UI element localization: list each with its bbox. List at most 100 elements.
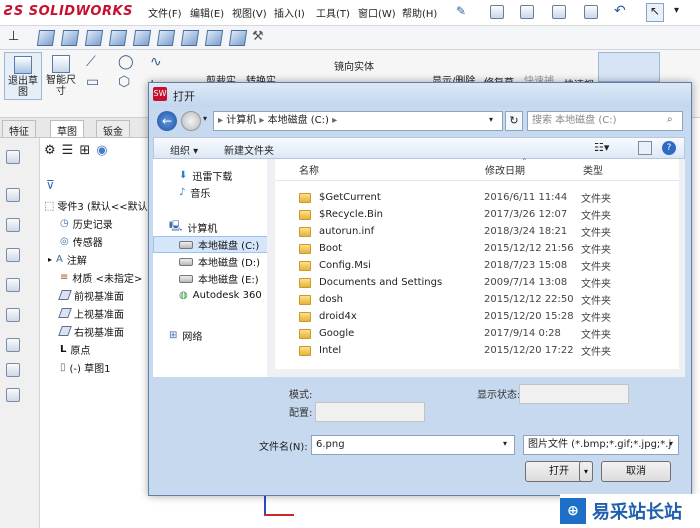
table-row[interactable]: $GetCurrent 2016/6/11 11:44 文件夹 (299, 189, 679, 206)
table-row[interactable]: Config.Msi 2018/7/23 15:08 文件夹 (299, 257, 679, 274)
select-cursor-icon[interactable]: ↖ (646, 3, 664, 22)
tree-item-sensors[interactable]: ◎ 传感器 (60, 232, 103, 250)
feature-tool-icon[interactable] (6, 188, 20, 202)
filename-field[interactable]: 6.png (311, 435, 515, 455)
new-folder-button[interactable]: 新建文件夹 (224, 142, 274, 157)
config-select[interactable] (315, 402, 425, 422)
feature-tool-icon[interactable] (6, 248, 20, 262)
filename-dropdown-icon[interactable]: ▾ (503, 439, 507, 448)
view-dimetric-icon[interactable] (204, 30, 224, 46)
tab-sheet-metal[interactable]: 钣金 (96, 120, 130, 138)
search-icon[interactable]: ⌕ (667, 114, 673, 125)
exit-sketch-button[interactable]: 退出草图 (4, 52, 42, 100)
smart-dimension-button[interactable]: 智能尺寸 (44, 52, 78, 100)
feature-tool-icon[interactable] (6, 308, 20, 322)
tree-item-top-plane[interactable]: 上视基准面 (58, 304, 124, 322)
menu-insert[interactable]: 插入(I) (274, 5, 305, 20)
menu-tools[interactable]: 工具(T) (316, 5, 350, 20)
search-input[interactable]: 搜索 本地磁盘 (C:) (527, 111, 683, 131)
open-folder-icon[interactable] (520, 5, 534, 19)
table-row[interactable]: dosh 2015/12/12 22:50 文件夹 (299, 291, 679, 308)
feature-manager-icon[interactable]: ⚙ (44, 143, 56, 158)
tab-features[interactable]: 特征 (2, 120, 36, 138)
mirror-entities-button[interactable]: 镜向实体 (334, 58, 374, 73)
table-row[interactable]: $Recycle.Bin 2017/3/26 12:07 文件夹 (299, 206, 679, 223)
feature-tool-icon[interactable] (6, 338, 20, 352)
feature-tool-icon[interactable] (6, 363, 20, 377)
filter-icon[interactable]: ⊽ (46, 178, 55, 192)
refresh-icon[interactable]: ↻ (505, 111, 523, 131)
new-document-icon[interactable] (490, 5, 504, 19)
tree-item-origin[interactable]: L 原点 (60, 340, 90, 358)
tree-item-annotations[interactable]: ▸ A 注解 (48, 250, 87, 268)
menu-window[interactable]: 窗口(W) (358, 5, 396, 20)
line-icon[interactable]: ⟋ (86, 54, 96, 70)
anchor-icon[interactable]: ⊥ (8, 29, 19, 44)
tree-item-history[interactable]: ◷ 历史记录 (60, 214, 113, 232)
file-list-scrollbar[interactable] (679, 159, 685, 377)
nav-scrollbar[interactable] (267, 159, 275, 377)
column-name[interactable]: 名称 (275, 162, 485, 177)
table-row[interactable]: Documents and Settings 2009/7/14 13:08 文件夹 (299, 274, 679, 291)
table-row[interactable]: Intel 2015/12/20 17:22 文件夹 (299, 342, 679, 359)
history-dropdown-icon[interactable]: ▾ (203, 114, 207, 123)
circle-icon[interactable]: ◯ (118, 54, 134, 70)
polygon-icon[interactable]: ⬡ (118, 74, 130, 90)
property-manager-icon[interactable]: ☰ (62, 143, 74, 158)
menu-edit[interactable]: 编辑(E) (190, 5, 224, 20)
address-dropdown-icon[interactable]: ▾ (489, 115, 493, 124)
feature-tool-icon[interactable] (6, 218, 20, 232)
nav-item-drive-c[interactable]: 本地磁盘 (C:) (179, 236, 259, 253)
feature-tool-icon[interactable] (6, 150, 20, 164)
tree-item-sketch1[interactable]: ▯ (-) 草图1 (60, 358, 110, 376)
menu-view[interactable]: 视图(V) (232, 5, 267, 20)
tool-icon[interactable]: ⚒ (252, 29, 264, 44)
preview-pane-icon[interactable] (638, 141, 652, 155)
file-type-dropdown-icon[interactable]: ▾ (669, 439, 673, 448)
spline-icon[interactable]: ∿ (150, 54, 162, 70)
menu-help[interactable]: 帮助(H) (402, 5, 437, 20)
view-top-icon[interactable] (132, 30, 152, 46)
display-state-select[interactable] (519, 384, 629, 404)
tree-part[interactable]: ⬚ 零件3 (默认<<默认 (44, 196, 148, 214)
organize-button[interactable]: 组织 ▾ (170, 142, 198, 157)
save-icon[interactable] (552, 5, 566, 19)
pin-icon[interactable]: ✎ (456, 4, 466, 18)
table-row[interactable]: droid4x 2015/12/20 15:28 文件夹 (299, 308, 679, 325)
view-front-icon[interactable] (36, 30, 56, 46)
file-list-hscrollbar[interactable] (275, 369, 679, 377)
display-manager-icon[interactable]: ◉ (96, 143, 107, 158)
nav-item-computer[interactable]: 🖳 计算机 (169, 219, 217, 236)
column-type[interactable]: 类型 (583, 162, 603, 177)
file-type-select[interactable]: 图片文件 (*.bmp;*.gif;*.jpg;*.j (523, 435, 679, 455)
tab-sketch[interactable]: 草图 (50, 120, 84, 138)
back-arrow-icon[interactable]: ← (157, 111, 177, 131)
table-row[interactable]: Boot 2015/12/12 21:56 文件夹 (299, 240, 679, 257)
view-options-icon[interactable]: ☷▾ (594, 141, 609, 154)
nav-item-autodesk-360[interactable]: ◍ Autodesk 360 (179, 287, 262, 304)
instant2d-button[interactable] (598, 52, 660, 82)
breadcrumb[interactable]: ▸ 计算机 ▸ 本地磁盘 (C:) ▸ (213, 111, 503, 131)
column-date[interactable]: 修改日期 (485, 162, 583, 177)
nav-item-music[interactable]: ♪ 音乐 (179, 184, 210, 201)
menu-file[interactable]: 文件(F) (148, 5, 182, 20)
table-row[interactable]: autorun.inf 2018/3/24 18:21 文件夹 (299, 223, 679, 240)
chevron-down-icon[interactable]: ▾ (674, 5, 679, 16)
nav-item-drive-e[interactable]: 本地磁盘 (E:) (179, 270, 259, 287)
forward-arrow-icon[interactable] (181, 111, 201, 131)
table-row[interactable]: Google 2017/9/14 0:28 文件夹 (299, 325, 679, 342)
tree-item-material[interactable]: ≡ 材质 <未指定> (60, 268, 142, 286)
feature-tool-icon[interactable] (6, 278, 20, 292)
undo-icon[interactable]: ↶ (614, 3, 626, 19)
rectangle-icon[interactable]: ▭ (86, 74, 99, 90)
view-right-icon[interactable] (108, 30, 128, 46)
nav-item-xunlei[interactable]: ⬇ 迅雷下载 (179, 167, 232, 184)
tree-item-front-plane[interactable]: 前视基准面 (58, 286, 124, 304)
view-iso-icon[interactable] (180, 30, 200, 46)
view-trimetric-icon[interactable] (228, 30, 248, 46)
view-back-icon[interactable] (60, 30, 80, 46)
nav-item-network[interactable]: ⊞ 网络 (169, 327, 202, 344)
view-left-icon[interactable] (84, 30, 104, 46)
tree-item-right-plane[interactable]: 右视基准面 (58, 322, 124, 340)
view-bottom-icon[interactable] (156, 30, 176, 46)
